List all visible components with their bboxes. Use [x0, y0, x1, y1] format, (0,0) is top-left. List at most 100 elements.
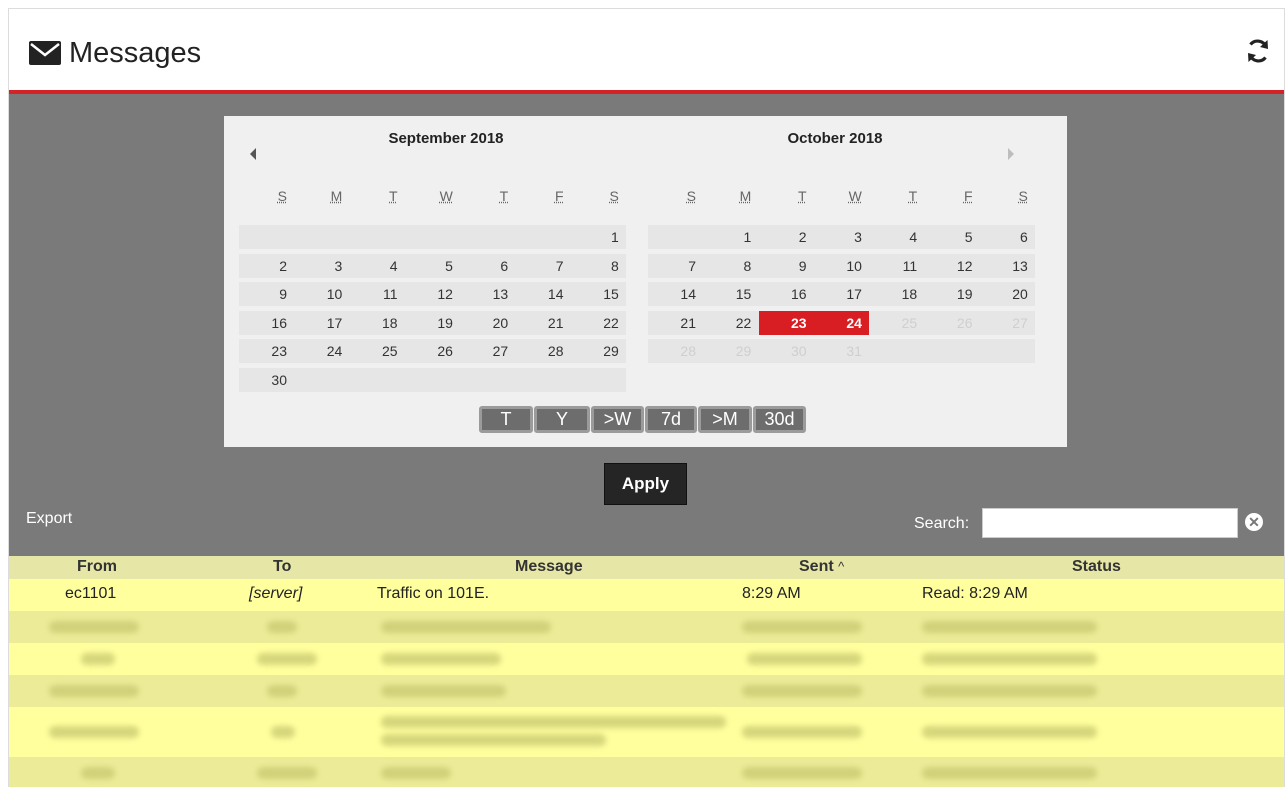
september-day-13[interactable]: 13 — [460, 282, 515, 306]
september-day-20[interactable]: 20 — [460, 311, 515, 335]
september-day-11[interactable]: 11 — [350, 282, 405, 306]
column-to[interactable]: To — [273, 558, 291, 576]
october-day-16[interactable]: 16 — [759, 282, 814, 306]
october-day-11[interactable]: 11 — [869, 254, 924, 278]
export-link[interactable]: Export — [26, 510, 72, 528]
october-day-6[interactable]: 6 — [980, 225, 1035, 249]
table-row-redacted[interactable] — [9, 707, 1284, 757]
october-day-28[interactable]: 28 — [648, 339, 703, 363]
table-row-redacted[interactable] — [9, 611, 1284, 643]
october-day-24[interactable]: 24 — [813, 310, 869, 335]
september-day-12[interactable]: 12 — [405, 282, 460, 306]
quick-range-button[interactable]: >M — [698, 406, 752, 433]
september-day-3[interactable]: 3 — [294, 254, 349, 278]
september-day-27[interactable]: 27 — [460, 339, 515, 363]
october-day-21[interactable]: 21 — [648, 311, 703, 335]
september-day-21[interactable]: 21 — [516, 311, 571, 335]
page-title: Messages — [69, 37, 202, 69]
october-day-8[interactable]: 8 — [703, 254, 758, 278]
september-day-19[interactable]: 19 — [405, 311, 460, 335]
october-day-25[interactable]: 25 — [869, 311, 924, 335]
october-day-20[interactable]: 20 — [980, 282, 1035, 306]
october-day-3[interactable]: 3 — [814, 225, 869, 249]
september-day-17[interactable]: 17 — [294, 311, 349, 335]
october-day-7[interactable]: 7 — [648, 254, 703, 278]
weekday-header: S — [1018, 188, 1028, 204]
weekday-header: T — [798, 188, 807, 204]
october-day-14[interactable]: 14 — [648, 282, 703, 306]
october-day-10[interactable]: 10 — [814, 254, 869, 278]
table-row-redacted[interactable] — [9, 757, 1284, 787]
october-day-2[interactable]: 2 — [759, 225, 814, 249]
september-day-9[interactable]: 9 — [239, 282, 294, 306]
calendar-week — [239, 225, 627, 249]
september-day-5[interactable]: 5 — [405, 254, 460, 278]
prev-month-icon[interactable] — [250, 148, 256, 160]
cell-message: Traffic on 101E. — [377, 585, 490, 602]
quick-range-button[interactable]: >W — [591, 406, 644, 433]
column-status[interactable]: Status — [1072, 558, 1121, 576]
october-day-13[interactable]: 13 — [980, 254, 1035, 278]
weekday-header: F — [963, 188, 973, 204]
september-day-14[interactable]: 14 — [516, 282, 571, 306]
october-day-12[interactable]: 12 — [925, 254, 980, 278]
september-day-8[interactable]: 8 — [571, 254, 626, 278]
table-header: From To Message Sent ^ Status — [9, 556, 1284, 579]
refresh-icon[interactable] — [1246, 38, 1270, 69]
september-day-22[interactable]: 22 — [571, 311, 626, 335]
october-day-22[interactable]: 22 — [703, 311, 758, 335]
messages-panel: Messages September 2018 October 2018 T Y >… — [8, 8, 1285, 787]
september-day-2[interactable]: 2 — [239, 254, 294, 278]
weekday-header: T — [389, 188, 398, 204]
october-day-30[interactable]: 30 — [759, 339, 814, 363]
september-day-15[interactable]: 15 — [571, 282, 626, 306]
september-day-25[interactable]: 25 — [350, 339, 405, 363]
apply-button[interactable]: Apply — [604, 463, 687, 505]
date-range-calendar: September 2018 October 2018 T Y >W 7d >M 30d … — [224, 116, 1067, 447]
september-day-1[interactable]: 1 — [571, 225, 626, 249]
quick-range-button[interactable]: 30d — [753, 406, 806, 433]
table-row-redacted[interactable] — [9, 675, 1284, 707]
quick-range-button[interactable]: 7d — [645, 406, 697, 433]
september-day-7[interactable]: 7 — [516, 254, 571, 278]
september-day-23[interactable]: 23 — [239, 339, 294, 363]
column-sent[interactable]: Sent ^ — [799, 558, 844, 576]
september-day-10[interactable]: 10 — [294, 282, 349, 306]
table-row[interactable]: ec1101 [server] Traffic on 101E. 8:29 AM… — [9, 579, 1284, 611]
clear-icon[interactable]: ✕ — [1245, 513, 1263, 531]
october-day-5[interactable]: 5 — [925, 225, 980, 249]
september-day-29[interactable]: 29 — [571, 339, 626, 363]
september-day-26[interactable]: 26 — [405, 339, 460, 363]
september-day-24[interactable]: 24 — [294, 339, 349, 363]
column-from[interactable]: From — [77, 558, 117, 576]
quick-range-button[interactable]: T — [479, 406, 533, 433]
october-day-26[interactable]: 26 — [925, 311, 980, 335]
quick-range-button[interactable]: Y — [534, 406, 590, 433]
september-day-28[interactable]: 28 — [516, 339, 571, 363]
september-day-16[interactable]: 16 — [239, 311, 294, 335]
column-message[interactable]: Message — [515, 558, 583, 576]
cell-status: Read: 8:29 AM — [922, 585, 1028, 602]
weekday-header: S — [686, 188, 696, 204]
october-day-31[interactable]: 31 — [814, 339, 869, 363]
october-day-4[interactable]: 4 — [869, 225, 924, 249]
october-day-29[interactable]: 29 — [703, 339, 758, 363]
october-day-18[interactable]: 18 — [869, 282, 924, 306]
next-month-icon[interactable] — [1008, 148, 1014, 160]
cell-sent: 8:29 AM — [742, 585, 801, 602]
sort-ascending-icon: ^ — [838, 559, 845, 574]
table-row-redacted[interactable] — [9, 643, 1284, 675]
september-day-30[interactable]: 30 — [239, 368, 294, 392]
october-day-23[interactable]: 23 — [758, 310, 814, 335]
search-input[interactable] — [982, 508, 1238, 538]
september-day-4[interactable]: 4 — [350, 254, 405, 278]
october-day-15[interactable]: 15 — [703, 282, 758, 306]
october-day-19[interactable]: 19 — [925, 282, 980, 306]
october-day-9[interactable]: 9 — [759, 254, 814, 278]
september-day-6[interactable]: 6 — [460, 254, 515, 278]
october-day-17[interactable]: 17 — [814, 282, 869, 306]
october-day-1[interactable]: 1 — [703, 225, 758, 249]
october-day-27[interactable]: 27 — [980, 311, 1035, 335]
september-day-18[interactable]: 18 — [350, 311, 405, 335]
calendar-week — [239, 367, 627, 392]
